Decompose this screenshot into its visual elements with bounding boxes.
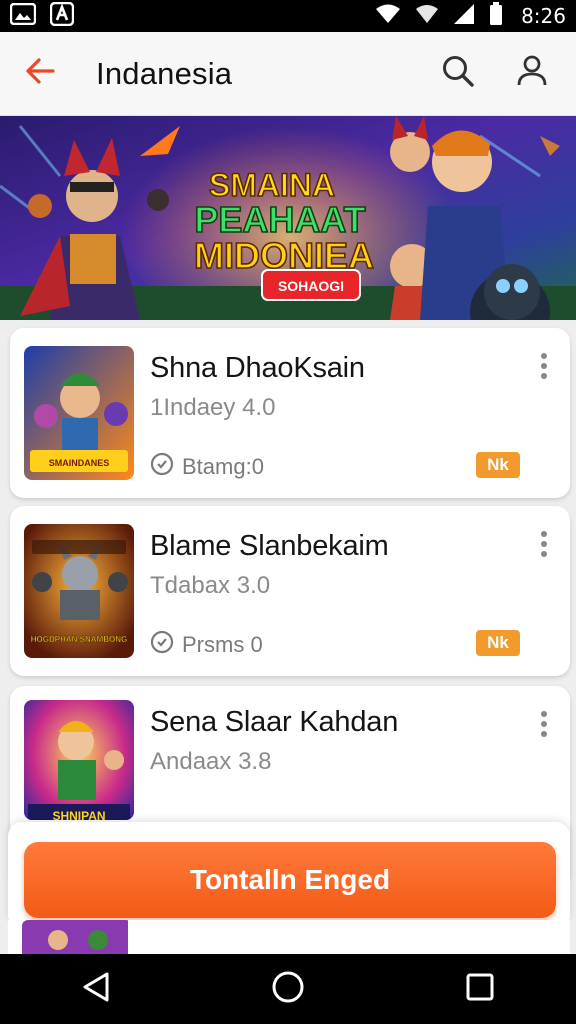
- status-badge: Nk: [476, 630, 520, 656]
- status-badge: Nk: [476, 452, 520, 478]
- clock-icon: [150, 630, 174, 659]
- banner-title-line-2: PEAHAAT: [194, 199, 365, 240]
- back-arrow-icon: [25, 58, 55, 89]
- primary-action-button[interactable]: Tontalln Enged: [24, 842, 556, 918]
- more-options-button[interactable]: [526, 524, 562, 568]
- search-icon: [441, 54, 475, 93]
- game-thumbnail: SHNIPAN: [24, 700, 134, 820]
- thumbnail-label: SMAINDANES: [49, 458, 110, 468]
- status-bar: 8:26: [0, 0, 576, 32]
- banner-tag: SOHAOGI: [278, 278, 344, 294]
- back-button[interactable]: [10, 44, 70, 104]
- item-subtitle: 1Indaey 4.0: [150, 394, 276, 421]
- signal-icon: [453, 3, 475, 30]
- item-subtitle: Andaax 3.8: [150, 748, 272, 775]
- clock-icon: [150, 452, 174, 481]
- item-stat-text: Prsms 0: [182, 631, 263, 657]
- home-circle-icon: [271, 970, 305, 1009]
- game-thumbnail: HOGDPHAN SNAMBONG: [24, 524, 134, 658]
- app-bar: Indanesia: [0, 32, 576, 116]
- wifi-icon-2: [415, 4, 439, 29]
- banner-title-line-1: SMAINA: [209, 167, 335, 203]
- item-stat: Prsms 0: [150, 630, 263, 659]
- back-triangle-icon: [81, 971, 111, 1008]
- list-item[interactable]: HOGDPHAN SNAMBONG Blame Slanbekaim Tdaba…: [10, 506, 570, 676]
- item-title: Shna DhaoKsain: [150, 352, 365, 384]
- item-title: Sena Slaar Kahdan: [150, 706, 399, 738]
- nav-recents-button[interactable]: [445, 959, 515, 1019]
- thumbnail-label: HOGDPHAN SNAMBONG: [31, 635, 127, 644]
- profile-icon: [517, 55, 547, 92]
- item-subtitle: Tdabax 3.0: [150, 572, 271, 599]
- nav-back-button[interactable]: [61, 959, 131, 1019]
- more-vertical-icon: [540, 710, 548, 743]
- system-nav-bar: [0, 954, 576, 1024]
- game-thumbnail: SMAINDANES: [24, 346, 134, 480]
- more-vertical-icon: [540, 530, 548, 563]
- more-vertical-icon: [540, 352, 548, 385]
- profile-button[interactable]: [502, 44, 562, 104]
- app-logo-icon: [49, 1, 75, 31]
- more-options-button[interactable]: [526, 346, 562, 390]
- page-title: Indanesia: [96, 55, 233, 91]
- search-button[interactable]: [428, 44, 488, 104]
- status-time: 8:26: [521, 4, 566, 28]
- nav-home-button[interactable]: [253, 959, 323, 1019]
- item-stat: Btamg:0: [150, 452, 264, 481]
- thumbnail-label: SHNIPAN: [52, 809, 105, 820]
- wifi-icon: [375, 4, 401, 29]
- cta-panel: Tontalln Enged: [8, 822, 570, 922]
- item-title: Blame Slanbekaim: [150, 530, 389, 562]
- battery-icon: [489, 1, 503, 31]
- item-stat-text: Btamg:0: [182, 453, 264, 479]
- image-icon: [9, 2, 37, 30]
- list-item[interactable]: SMAINDANES Shna DhaoKsain 1Indaey 4.0 Bt…: [10, 328, 570, 498]
- promo-banner[interactable]: SMAINA PEAHAAT MIDONIEA SOHAOGI: [0, 116, 576, 320]
- recents-square-icon: [465, 972, 495, 1007]
- more-options-button[interactable]: [526, 704, 562, 748]
